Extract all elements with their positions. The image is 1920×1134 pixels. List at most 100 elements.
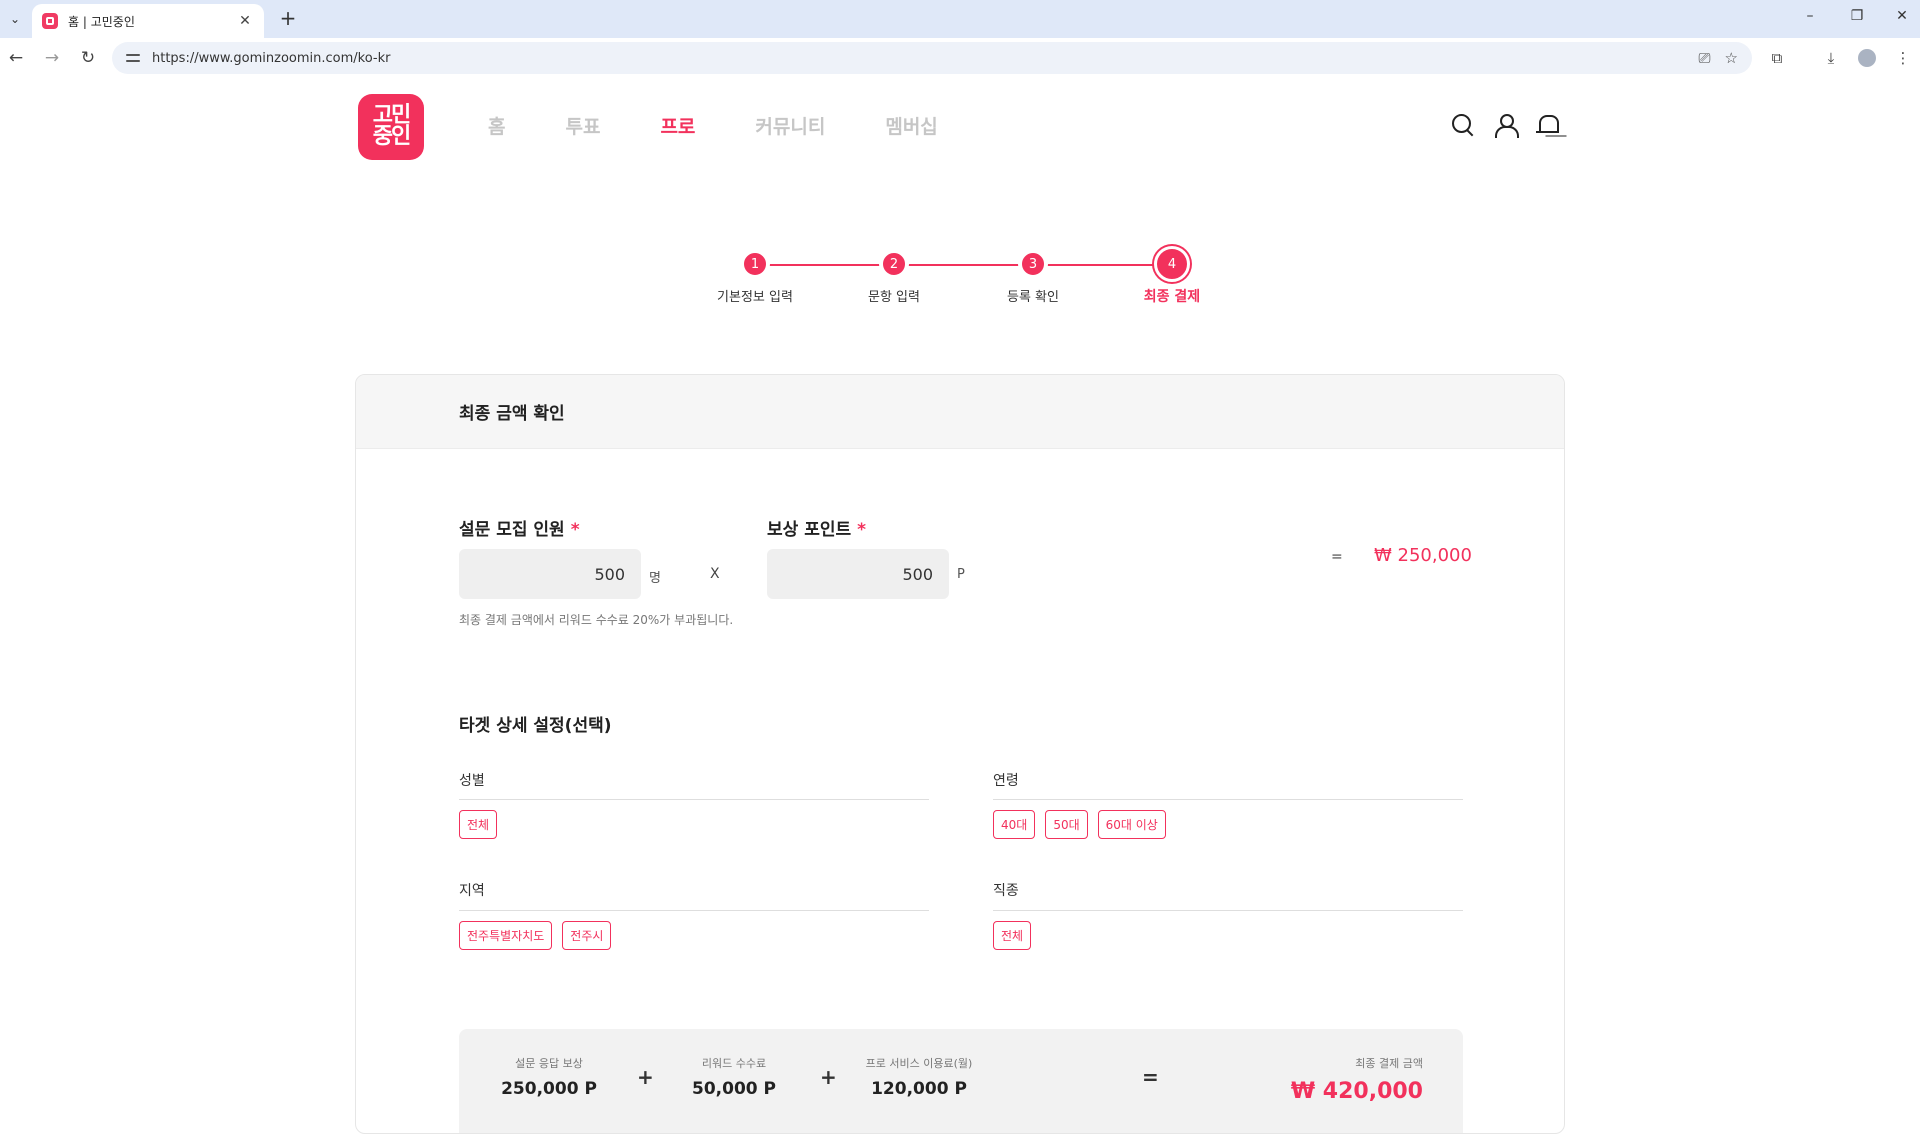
summary-caption: 프로 서비스 이용료(월)	[865, 1057, 973, 1070]
step-1: 1 기본정보 입력	[695, 250, 815, 305]
browser-tab-active[interactable]: 홈 | 고민중인 ✕	[32, 4, 264, 38]
summary-value: 250,000 P	[501, 1079, 597, 1099]
forward-arrow-icon[interactable]: →	[40, 46, 64, 70]
main-nav: 홈 투표 프로 커뮤니티 멤버십	[488, 112, 998, 139]
card-header: 최종 금액 확인	[356, 375, 1564, 449]
downloads-icon[interactable]: ⤓	[1820, 47, 1842, 69]
job-chips: 전체	[993, 921, 1032, 950]
install-app-icon[interactable]: ⎚	[1699, 49, 1711, 67]
tab-close-icon[interactable]: ✕	[236, 13, 254, 29]
reward-label-text: 보상 포인트	[767, 520, 852, 540]
profile-avatar-icon[interactable]	[1856, 47, 1878, 69]
divider	[459, 910, 929, 911]
nav-membership[interactable]: 멤버십	[885, 112, 937, 139]
equals-sign: =	[1142, 1065, 1159, 1089]
step-label: 기본정보 입력	[717, 290, 793, 305]
new-tab-plus-icon[interactable]: +	[276, 6, 300, 30]
reload-icon[interactable]: ↻	[76, 46, 100, 70]
minimize-icon[interactable]: –	[1798, 8, 1822, 24]
recruit-unit: 명	[649, 571, 661, 586]
step-label: 등록 확인	[1007, 290, 1059, 305]
divider	[993, 799, 1463, 800]
logo-text-bottom: 중인	[372, 124, 412, 149]
bookmark-star-icon[interactable]: ☆	[1725, 49, 1738, 67]
required-mark: *	[570, 520, 580, 540]
stepper-line	[755, 264, 1173, 266]
target-section-title: 타겟 상세 설정(선택)	[459, 716, 612, 736]
summary-reward: 설문 응답 보상 250,000 P	[464, 1055, 634, 1099]
url-text[interactable]: https://www.gominzoomin.com/ko-kr	[152, 51, 1699, 66]
chip[interactable]: 50대	[1045, 810, 1088, 839]
chip[interactable]: 전체	[993, 921, 1032, 950]
browser-tab-strip: ⌄ 홈 | 고민중인 ✕ + – ❐ ✕	[0, 0, 1920, 38]
extensions-puzzle-icon[interactable]: ⧉	[1766, 47, 1788, 69]
site-favicon-icon	[42, 13, 58, 29]
step-number: 1	[741, 250, 769, 278]
back-arrow-icon[interactable]: ←	[4, 46, 28, 70]
step-2: 2 문항 입력	[834, 250, 954, 305]
age-label: 연령	[993, 773, 1019, 789]
summary-caption: 리워드 수수료	[701, 1057, 767, 1070]
search-icon[interactable]	[1450, 112, 1476, 138]
chip[interactable]: 전주특별자치도	[459, 921, 553, 950]
header-actions	[1450, 112, 1560, 138]
summary-value: 50,000 P	[692, 1079, 776, 1099]
fee-note: 최종 결제 금액에서 리워드 수수료 20%가 부과됩니다.	[459, 613, 734, 627]
payment-summary: 설문 응답 보상 250,000 P + 리워드 수수료 50,000 P + …	[459, 1029, 1463, 1133]
gender-chips: 전체	[459, 810, 498, 839]
step-number: 2	[880, 250, 908, 278]
recruit-count-input[interactable]: 500	[459, 549, 641, 599]
step-label: 문항 입력	[868, 290, 920, 305]
restore-icon[interactable]: ❐	[1845, 8, 1869, 24]
nav-pro[interactable]: 프로	[660, 112, 695, 139]
equals-sign: =	[1331, 549, 1343, 565]
site-logo[interactable]: 고민 중인	[358, 94, 424, 160]
total-value: ₩ 420,000	[1290, 1079, 1423, 1104]
chip[interactable]: 전주시	[562, 921, 612, 950]
summary-fee: 리워드 수수료 50,000 P	[649, 1055, 819, 1099]
divider	[459, 799, 929, 800]
region-label: 지역	[459, 883, 485, 899]
age-chips: 40대 50대 60대 이상	[993, 810, 1166, 839]
nav-vote[interactable]: 투표	[565, 112, 600, 139]
browser-toolbar: ← → ↻ https://www.gominzoomin.com/ko-kr …	[0, 38, 1920, 78]
tab-search-chevron-icon[interactable]: ⌄	[4, 8, 26, 30]
step-3: 3 등록 확인	[973, 250, 1093, 305]
nav-community[interactable]: 커뮤니티	[755, 112, 825, 139]
progress-stepper: 1 기본정보 입력 2 문항 입력 3 등록 확인 4 최종 결제	[700, 246, 1220, 310]
recruit-label-text: 설문 모집 인원	[459, 520, 565, 540]
recruit-label: 설문 모집 인원 *	[459, 515, 580, 540]
window-close-icon[interactable]: ✕	[1890, 8, 1914, 24]
chip[interactable]: 40대	[993, 810, 1036, 839]
region-chips: 전주특별자치도 전주시	[459, 921, 612, 950]
reward-point-input[interactable]: 500	[767, 549, 949, 599]
address-bar[interactable]: https://www.gominzoomin.com/ko-kr ⎚ ☆	[112, 42, 1752, 74]
card-title: 최종 금액 확인	[459, 404, 565, 424]
required-mark: *	[857, 520, 867, 540]
chip[interactable]: 전체	[459, 810, 498, 839]
step-number: 4	[1154, 246, 1190, 282]
step-number: 3	[1019, 250, 1047, 278]
step-4-current: 4 최종 결제	[1112, 246, 1232, 306]
summary-value: 120,000 P	[871, 1079, 967, 1099]
gender-label: 성별	[459, 773, 485, 789]
chip[interactable]: 60대 이상	[1097, 810, 1166, 839]
subtotal-amount: ₩ 250,000	[1374, 545, 1472, 566]
user-icon[interactable]	[1492, 112, 1519, 138]
job-label: 직종	[993, 883, 1019, 899]
final-payment-card: 최종 금액 확인 설문 모집 인원 * 500 명 X 보상 포인트 * 500 P…	[355, 374, 1565, 1134]
summary-caption: 설문 응답 보상	[515, 1057, 583, 1070]
browser-menu-kebab-icon[interactable]: ⋮	[1892, 47, 1914, 69]
nav-home[interactable]: 홈	[488, 112, 505, 139]
site-settings-icon[interactable]	[124, 49, 142, 67]
multiply-sign: X	[710, 566, 720, 582]
divider	[993, 910, 1463, 911]
tab-title: 홈 | 고민중인	[68, 14, 135, 29]
bell-icon[interactable]	[1534, 112, 1560, 138]
summary-pro-service: 프로 서비스 이용료(월) 120,000 P	[834, 1055, 1004, 1099]
step-label: 최종 결제	[1143, 289, 1201, 305]
summary-total: 최종 결제 금액 ₩ 420,000	[1291, 1055, 1423, 1104]
reward-unit: P	[957, 567, 965, 582]
total-caption: 최종 결제 금액	[1355, 1057, 1423, 1070]
reward-label: 보상 포인트 *	[767, 515, 866, 540]
